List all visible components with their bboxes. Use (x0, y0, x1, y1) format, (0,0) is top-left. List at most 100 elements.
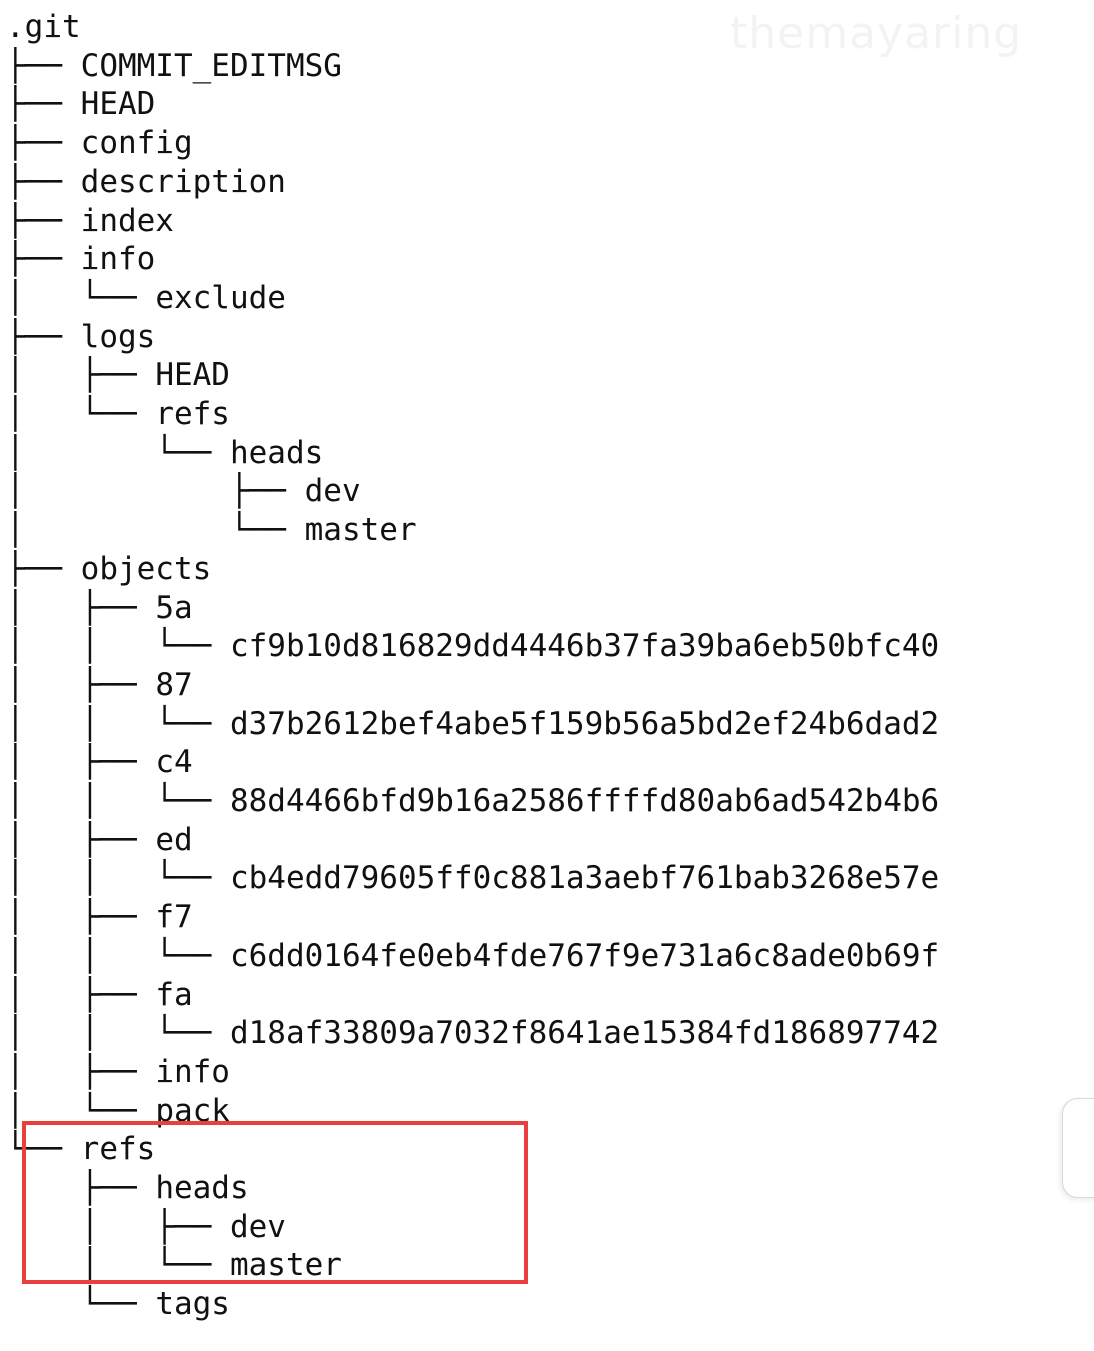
tree-line: └── tags (6, 1285, 230, 1323)
tree-branch-glyphs: │ ├── (6, 821, 156, 858)
tree-branch-glyphs: │ │ └── (6, 1015, 230, 1052)
tree-entry-name: cb4edd79605ff0c881a3aebf761bab3268e57e (229, 860, 940, 897)
tree-line: │ ├── fa (6, 976, 193, 1014)
tree-entry-name: 88d4466bfd9b16a2586ffffd80ab6ad542b4b6 (229, 783, 940, 819)
tree-line: ├── index (6, 202, 174, 240)
tree-entry-name: .git (6, 9, 81, 45)
tree-branch-glyphs: └── (6, 1286, 156, 1323)
tree-entry-name: c4 (155, 744, 193, 781)
directory-tree: .git ├── COMMIT_EDITMSG ├── HEAD ├── config… (0, 0, 1094, 1351)
tree-entry-name: master (229, 1247, 342, 1284)
tree-branch-glyphs: │ └── (6, 279, 156, 316)
tree-branch-glyphs: │ ├── (6, 1053, 156, 1090)
tree-branch-glyphs: ├── (6, 550, 81, 587)
tree-branch-glyphs: │ └── (6, 1247, 230, 1284)
tree-line: ├── heads (6, 1169, 249, 1207)
tree-entry-name: exclude (155, 279, 286, 316)
tree-line: ├── objects (6, 550, 211, 588)
tree-line: │ └── master (6, 511, 417, 549)
tree-entry-name: heads (229, 434, 324, 471)
tree-branch-glyphs: ├── (6, 1170, 156, 1206)
tree-branch-glyphs: │ └── (6, 434, 230, 471)
tree-entry-name: d18af33809a7032f8641ae15384fd186897742 (229, 1015, 940, 1052)
tree-line: │ └── pack (6, 1092, 230, 1130)
tree-entry-name: heads (155, 1170, 249, 1206)
tree-line: │ ├── 87 (6, 666, 193, 704)
tree-line: │ └── exclude (6, 279, 286, 317)
tree-branch-glyphs: ├── (6, 163, 81, 200)
tree-line: │ └── heads (6, 434, 323, 472)
tree-branch-glyphs: ├── (6, 318, 81, 355)
tree-line: │ │ └── c6dd0164fe0eb4fde767f9e731a6c8ad… (6, 937, 939, 975)
tree-line: │ │ └── cf9b10d816829dd4446b37fa39ba6eb5… (6, 627, 939, 665)
tree-entry-name: description (80, 163, 286, 200)
tree-branch-glyphs: ├── (6, 202, 81, 239)
tree-branch-glyphs: │ ├── (6, 666, 156, 703)
tree-branch-glyphs: │ ├── (6, 473, 305, 510)
tree-line: ├── config (6, 124, 193, 162)
tree-line: │ ├── info (6, 1053, 230, 1091)
tree-line: │ └── refs (6, 395, 230, 433)
tree-entry-name: ed (155, 821, 193, 858)
tree-branch-glyphs: │ │ └── (6, 783, 230, 819)
tree-entry-name: info (80, 241, 156, 278)
tree-line: ├── COMMIT_EDITMSG (6, 47, 342, 85)
tree-entry-name: 5a (155, 589, 193, 626)
tree-line: └── refs (6, 1130, 155, 1168)
tree-branch-glyphs: ├── (6, 241, 81, 278)
tree-line: │ ├── HEAD (6, 356, 230, 394)
tree-line: │ │ └── d37b2612bef4abe5f159b56a5bd2ef24… (6, 705, 939, 743)
tree-line: │ ├── dev (6, 472, 361, 510)
tree-entry-name: HEAD (80, 86, 156, 123)
tree-entry-name: 87 (155, 666, 193, 703)
tree-line: ├── info (6, 240, 155, 278)
tree-branch-glyphs: ├── (6, 47, 81, 84)
tree-branch-glyphs: │ │ └── (6, 937, 230, 974)
tree-entry-name: logs (80, 318, 156, 355)
tree-line: │ └── master (6, 1246, 342, 1284)
tree-line: ├── HEAD (6, 85, 155, 123)
tree-entry-name: f7 (155, 899, 193, 936)
tree-line: │ ├── ed (6, 821, 193, 859)
tree-branch-glyphs: │ │ └── (6, 705, 230, 742)
tree-line: │ ├── 5a (6, 589, 193, 627)
tree-line: ├── description (6, 163, 286, 201)
tree-line: │ ├── c4 (6, 743, 193, 781)
side-panel-handle[interactable] (1062, 1098, 1094, 1198)
tree-branch-glyphs: │ │ └── (6, 860, 230, 897)
tree-branch-glyphs: │ ├── (6, 1208, 230, 1245)
tree-entry-name: master (304, 512, 417, 549)
tree-entry-name: tags (155, 1286, 230, 1323)
tree-entry-name: c6dd0164fe0eb4fde767f9e731a6c8ade0b69f (229, 937, 940, 974)
tree-branch-glyphs: │ ├── (6, 589, 156, 626)
tree-branch-glyphs: │ └── (6, 396, 156, 432)
tree-entry-name: pack (155, 1092, 230, 1129)
tree-line: │ ├── f7 (6, 898, 193, 936)
tree-line: .git (6, 8, 81, 46)
tree-line: │ │ └── cb4edd79605ff0c881a3aebf761bab32… (6, 859, 939, 897)
tree-branch-glyphs: │ └── (6, 512, 305, 549)
tree-entry-name: refs (80, 1131, 156, 1168)
tree-line: │ │ └── 88d4466bfd9b16a2586ffffd80ab6ad5… (6, 782, 939, 820)
tree-branch-glyphs: │ │ └── (6, 628, 230, 665)
tree-line: ├── logs (6, 318, 155, 356)
tree-branch-glyphs: ├── (6, 125, 81, 162)
tree-branch-glyphs: │ ├── (6, 899, 156, 936)
tree-entry-name: dev (229, 1208, 286, 1245)
tree-branch-glyphs: │ ├── (6, 744, 156, 781)
tree-entry-name: cf9b10d816829dd4446b37fa39ba6eb50bfc40 (229, 628, 940, 665)
tree-entry-name: dev (304, 473, 361, 510)
tree-entry-name: d37b2612bef4abe5f159b56a5bd2ef24b6dad2 (229, 705, 940, 742)
tree-entry-name: COMMIT_EDITMSG (80, 47, 342, 84)
tree-entry-name: refs (155, 396, 230, 432)
tree-entry-name: objects (80, 550, 212, 587)
tree-line: │ │ └── d18af33809a7032f8641ae15384fd186… (6, 1014, 939, 1052)
tree-entry-name: HEAD (155, 357, 230, 394)
tree-branch-glyphs: └── (6, 1131, 81, 1168)
tree-entry-name: index (80, 202, 174, 239)
tree-branch-glyphs: ├── (6, 86, 81, 123)
tree-branch-glyphs: │ ├── (6, 976, 156, 1013)
tree-branch-glyphs: │ ├── (6, 357, 156, 394)
tree-entry-name: fa (155, 976, 193, 1013)
tree-entry-name: config (80, 125, 193, 162)
